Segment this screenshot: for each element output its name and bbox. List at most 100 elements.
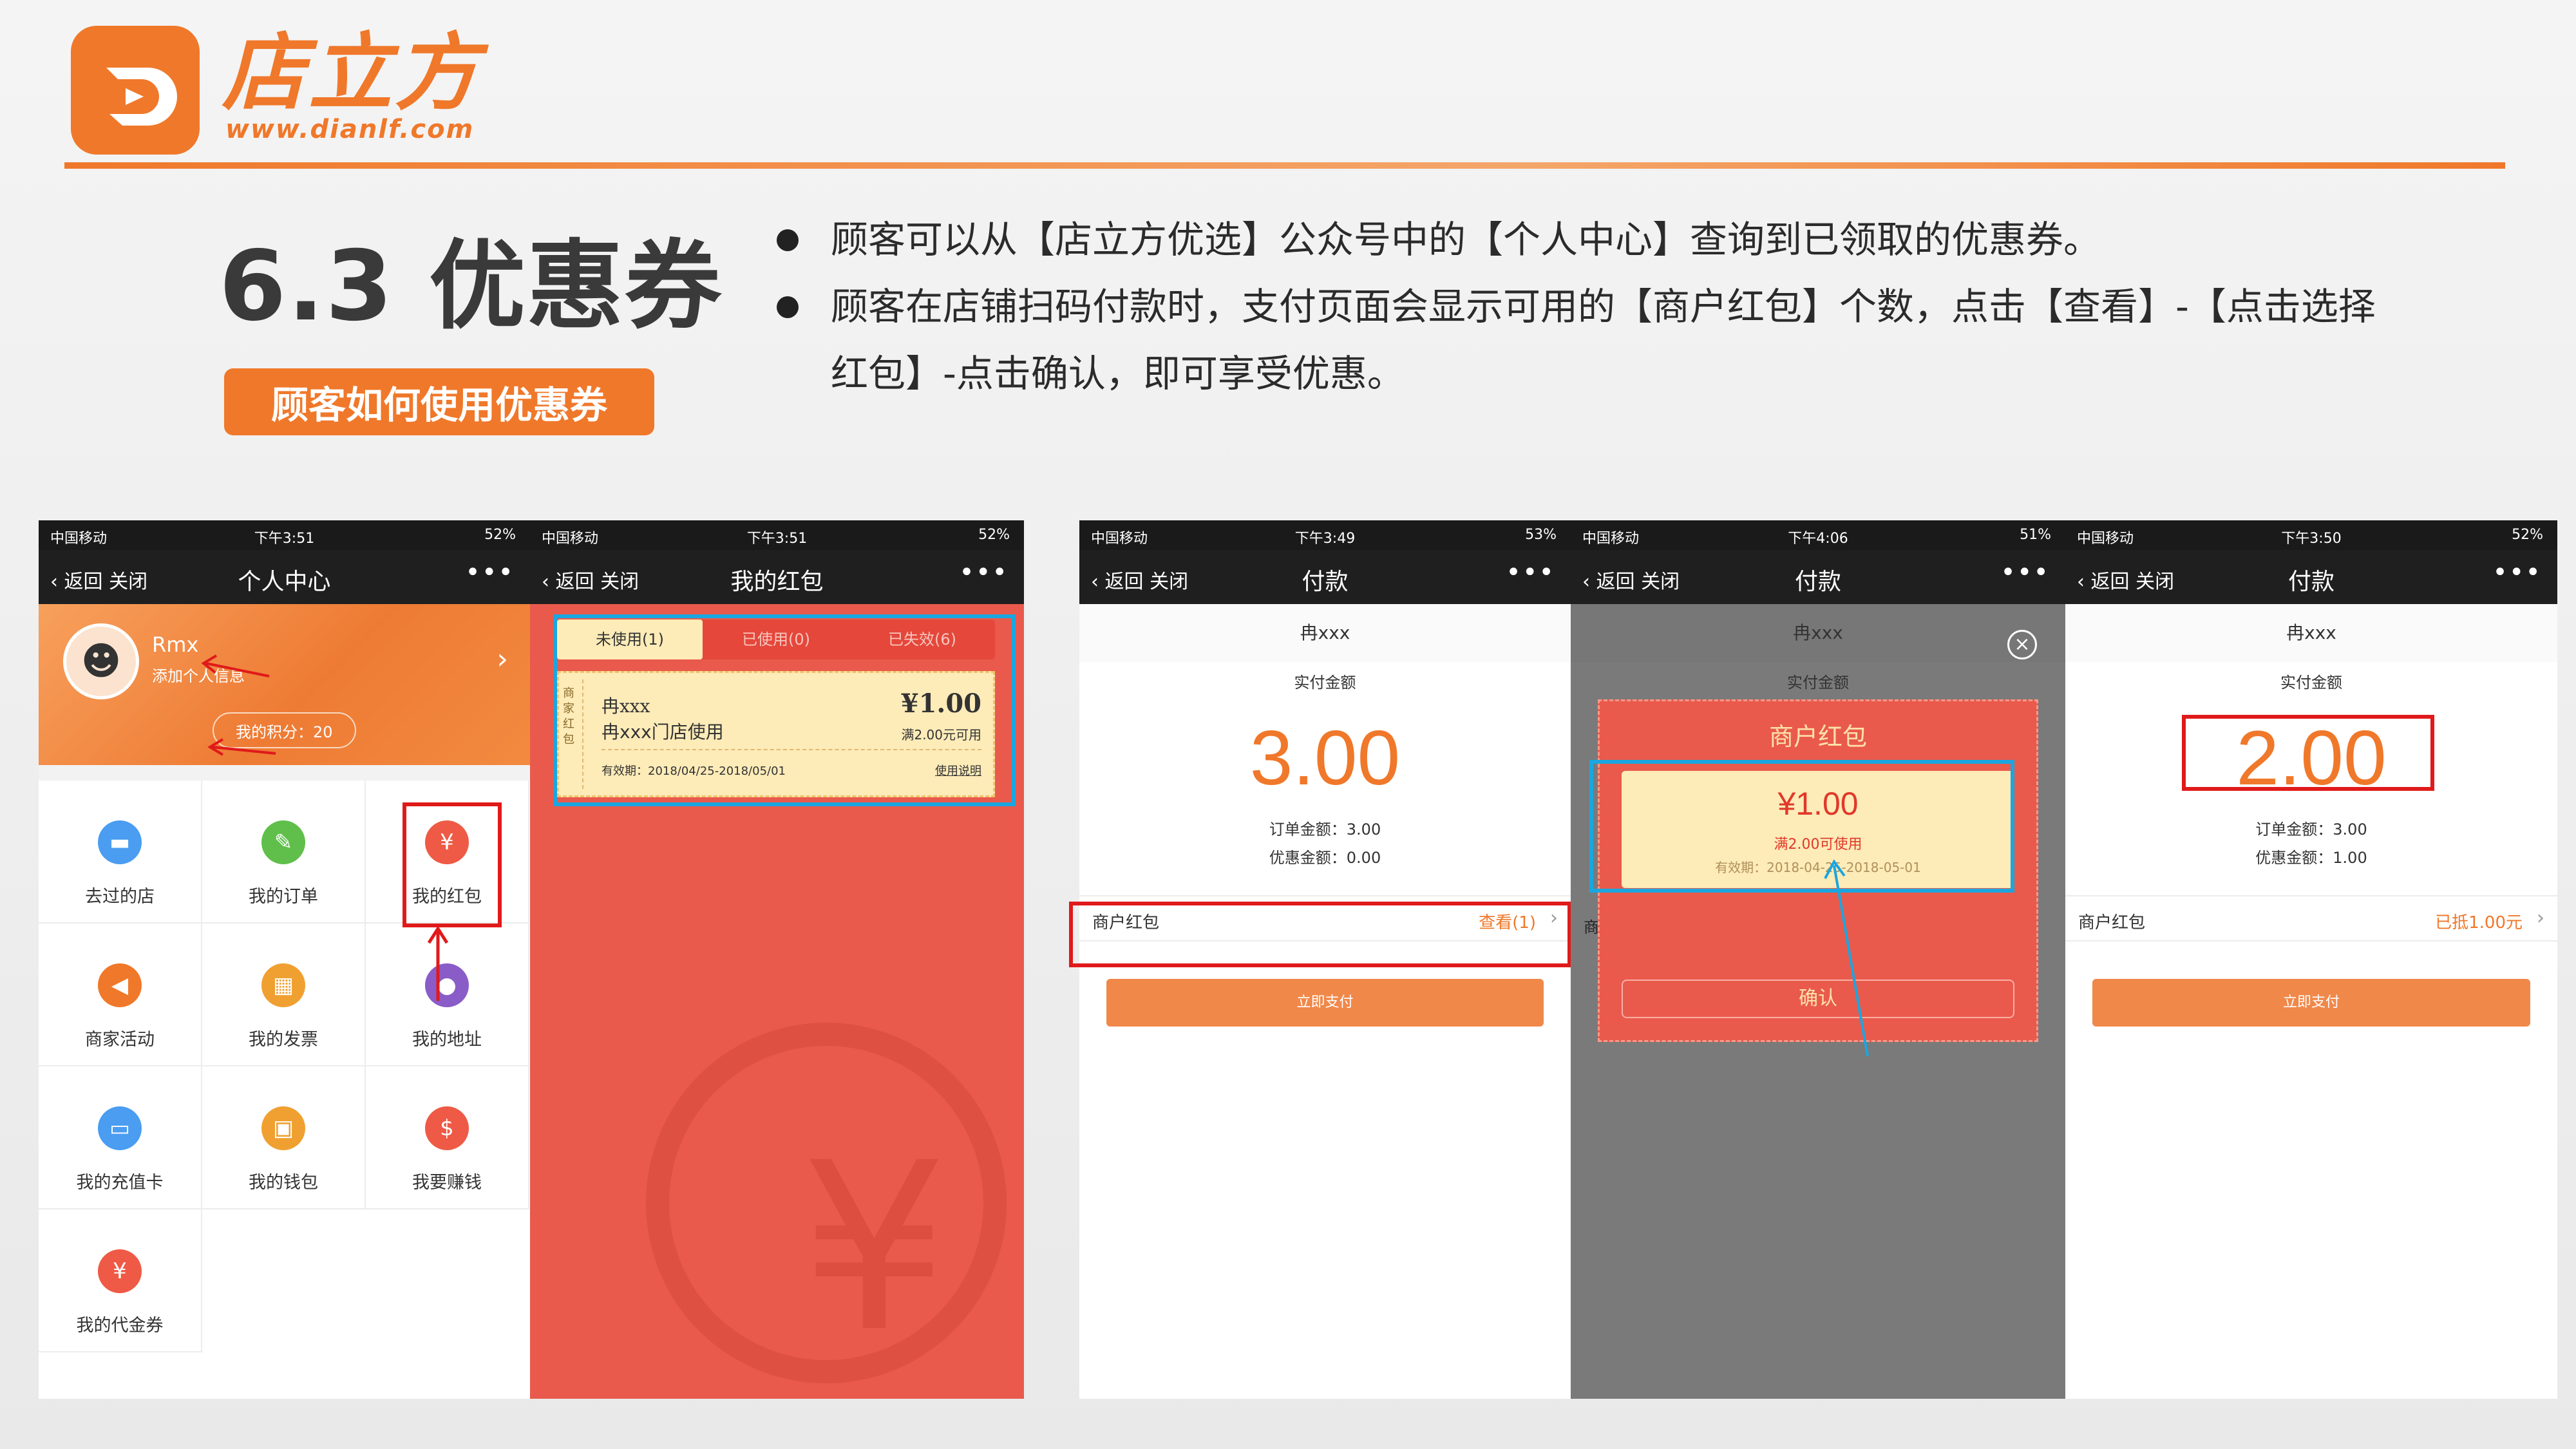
row-label: 商户红包: [2078, 913, 2146, 933]
username: Rmx: [152, 632, 199, 657]
status-time: 下午3:51: [254, 531, 315, 547]
status-bar: 中国移动 下午3:50 52%: [2065, 520, 2557, 550]
earn-icon: $: [425, 1106, 469, 1150]
status-bar: 中国移动 下午3:51 52%: [39, 520, 530, 550]
nav-title: 付款: [2287, 569, 2334, 595]
shop-name: 冉xxx: [1571, 604, 2065, 662]
nav-title: 付款: [1302, 569, 1349, 595]
shop-name: 冉xxx: [2065, 604, 2557, 662]
highlight-final-amount: [2182, 715, 2434, 791]
nav-title: 付款: [1794, 569, 1841, 595]
chevron-right-icon[interactable]: ›: [497, 643, 508, 676]
grid-item-label: 我的订单: [249, 887, 318, 907]
nav-bar: ‹ 返回 关闭 我的红包 •••: [530, 550, 1024, 604]
brand-logo-icon: [71, 26, 200, 155]
battery-level: 51%: [2020, 527, 2051, 543]
nav-bar: ‹ 返回 关闭 付款 •••: [2065, 550, 2557, 604]
status-time: 下午3:51: [746, 531, 808, 547]
highlight-red-packet: [402, 802, 502, 927]
voucher-icon: ¥: [98, 1249, 142, 1293]
battery-level: 52%: [484, 527, 516, 543]
order-total: 订单金额：3.00: [2255, 820, 2367, 838]
more-icon[interactable]: •••: [2000, 558, 2050, 587]
grid-item[interactable]: ▣ 我的钱包: [202, 1066, 366, 1209]
more-icon[interactable]: •••: [2492, 558, 2542, 587]
header-divider: [64, 162, 2505, 169]
popup-title: 商户红包: [1768, 723, 1867, 751]
paid-amount-label: 实付金额: [1294, 674, 1356, 692]
paid-amount: 3.00: [1249, 715, 1401, 801]
grid-item[interactable]: ▭ 我的充值卡: [39, 1066, 202, 1209]
shop-name: 冉xxx: [1079, 604, 1571, 662]
grid-item-label: 商家活动: [85, 1030, 155, 1050]
grid-item-label: 我的地址: [412, 1030, 482, 1050]
status-bar: 中国移动 下午4:06 51%: [1571, 520, 2065, 550]
bullet-text-3: 红包】-点击确认，即可享受优惠。: [831, 352, 1405, 395]
battery-level: 52%: [2512, 527, 2543, 543]
highlight-red-packet-row: [1069, 902, 1571, 967]
more-icon[interactable]: •••: [465, 558, 515, 587]
grid-item[interactable]: ¥ 我的代金券: [39, 1209, 202, 1352]
status-time: 下午3:49: [1294, 531, 1356, 547]
highlight-popup-coupon: [1589, 760, 2014, 893]
nav-bar: ‹ 返回 关闭 付款 •••: [1079, 550, 1571, 604]
grid-item-label: 去过的店: [85, 887, 155, 907]
wallet-icon: ▣: [261, 1106, 305, 1150]
promo-icon: ◀: [98, 963, 142, 1007]
grid-item[interactable]: ◀ 商家活动: [39, 923, 202, 1066]
discount-amount: 优惠金额：1.00: [2255, 849, 2367, 867]
brand-name: 店立方: [222, 24, 482, 122]
grid-item[interactable]: ▬ 去过的店: [39, 781, 202, 923]
order-total: 订单金额：3.00: [1269, 820, 1381, 838]
more-icon[interactable]: •••: [959, 558, 1009, 587]
bullet-dot-2: [777, 296, 799, 318]
profile-header[interactable]: ☻ Rmx 添加个人信息 我的积分：20 ›: [39, 604, 530, 765]
yen-symbol-icon: ¥: [800, 1113, 949, 1383]
order-icon: ✎: [261, 820, 305, 864]
arrow-up-icon: [427, 925, 449, 1001]
pay-now-button[interactable]: 立即支付: [1106, 979, 1544, 1027]
bullet-dot-1: [777, 229, 799, 251]
nav-bar: ‹ 返回 关闭 个人中心 •••: [39, 550, 530, 604]
grid-item-label: 我要赚钱: [412, 1173, 482, 1193]
arrow-pointer-icon: [1824, 859, 1869, 1057]
arrow-left-icon: [207, 738, 276, 756]
close-icon[interactable]: ×: [2007, 630, 2037, 659]
battery-level: 53%: [1525, 527, 1557, 543]
grid-item-label: 我的发票: [249, 1030, 318, 1050]
red-packet-applied[interactable]: 已抵1.00元: [2435, 909, 2523, 933]
nav-title: 个人中心: [238, 569, 331, 595]
invoice-icon: ▦: [261, 963, 305, 1007]
bullet-text-2: 顾客在店铺扫码付款时，支付页面会显示可用的【商户红包】个数，点击【查看】-【点击…: [831, 285, 2376, 328]
grid-item-label: 我的代金券: [76, 1316, 164, 1336]
shop-icon: ▬: [98, 820, 142, 864]
bullet-text-1: 顾客可以从【店立方优选】公众号中的【个人中心】查询到已领取的优惠券。: [831, 218, 2101, 261]
arrow-left-icon: [201, 654, 270, 677]
nav-bar: ‹ 返回 关闭 付款 •••: [1571, 550, 2065, 604]
discount-amount: 优惠金额：0.00: [1269, 849, 1381, 867]
battery-level: 52%: [978, 527, 1010, 543]
section-badge: 顾客如何使用优惠券: [224, 368, 654, 435]
merchant-red-packet-row[interactable]: 商户红包 已抵1.00元 ›: [2065, 895, 2557, 942]
pay-now-button[interactable]: 立即支付: [2092, 979, 2530, 1027]
highlight-coupon-list: [553, 614, 1016, 806]
more-icon[interactable]: •••: [1506, 558, 1555, 587]
paid-amount-label: 实付金额: [1787, 674, 1849, 692]
grid-item[interactable]: $ 我要赚钱: [366, 1066, 529, 1209]
grid-item-label: 我的充值卡: [76, 1173, 164, 1193]
status-bar: 中国移动 下午3:49 53%: [1079, 520, 1571, 550]
status-time: 下午3:50: [2281, 531, 2342, 547]
nav-title: 我的红包: [730, 569, 824, 595]
row-label-fragment: 商: [1584, 918, 1599, 936]
brand-url: www.dianlf.com: [225, 115, 475, 144]
section-title: 6.3 优惠券: [219, 231, 723, 343]
chevron-right-icon: ›: [2537, 907, 2544, 929]
avatar[interactable]: ☻: [63, 623, 139, 699]
grid-item[interactable]: ▦ 我的发票: [202, 923, 366, 1066]
card-icon: ▭: [98, 1106, 142, 1150]
paid-amount-label: 实付金额: [2280, 674, 2342, 692]
grid-item[interactable]: ✎ 我的订单: [202, 781, 366, 923]
status-time: 下午4:06: [1788, 531, 1848, 547]
grid-item-label: 我的钱包: [249, 1173, 318, 1193]
phone-payment-discounted: 中国移动 下午3:50 52% ‹ 返回 关闭 付款 ••• 冉xxx 实付金额…: [2065, 520, 2557, 1399]
